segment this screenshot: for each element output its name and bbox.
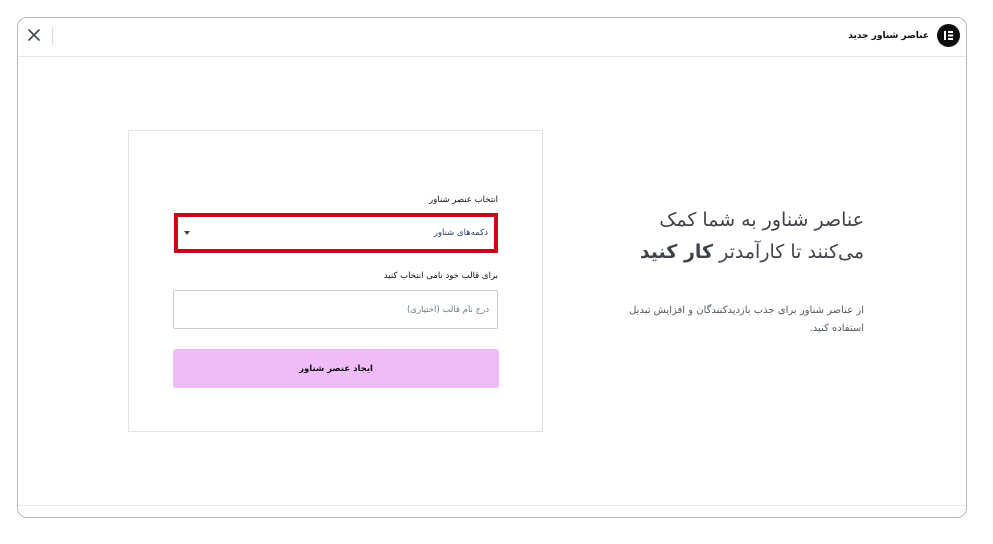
create-floating-element-button[interactable]: ایجاد عنصر شناور [173,349,499,388]
headline-line2: می‌کنند تا کارآمدتر [713,241,864,263]
element-type-selected-value: دکمه‌های شناور [433,228,488,238]
footer-divider [18,505,966,506]
headline-line2-strong: کار کنید [639,241,714,263]
new-floating-element-dialog: عناصر شناور جدید انتخاب عنصر شناور دکمه‌… [17,17,967,518]
template-name-input[interactable] [173,290,498,329]
elementor-logo-icon [937,24,960,47]
create-form-card: انتخاب عنصر شناور دکمه‌های شناور برای قا… [128,130,543,432]
dialog-header: عناصر شناور جدید [18,18,966,57]
info-panel: عناصر شناور به شما کمک می‌کنند تا کارآمد… [618,204,864,338]
close-button[interactable] [24,25,44,45]
info-headline: عناصر شناور به شما کمک می‌کنند تا کارآمد… [618,204,864,268]
header-divider [52,27,53,45]
headline-line1: عناصر شناور به شما کمک [659,209,864,231]
close-icon [28,29,40,41]
dialog-title: عناصر شناور جدید [848,30,929,41]
chevron-down-icon [184,231,190,235]
template-name-label: برای قالب خود نامی انتخاب کنید [383,271,498,281]
element-type-select[interactable]: دکمه‌های شناور [174,213,498,253]
dialog-brand: عناصر شناور جدید [848,24,960,47]
info-description: از عناصر شناور برای جذب بازدیدکنندگان و … [629,305,864,334]
element-type-label: انتخاب عنصر شناور [429,195,498,205]
